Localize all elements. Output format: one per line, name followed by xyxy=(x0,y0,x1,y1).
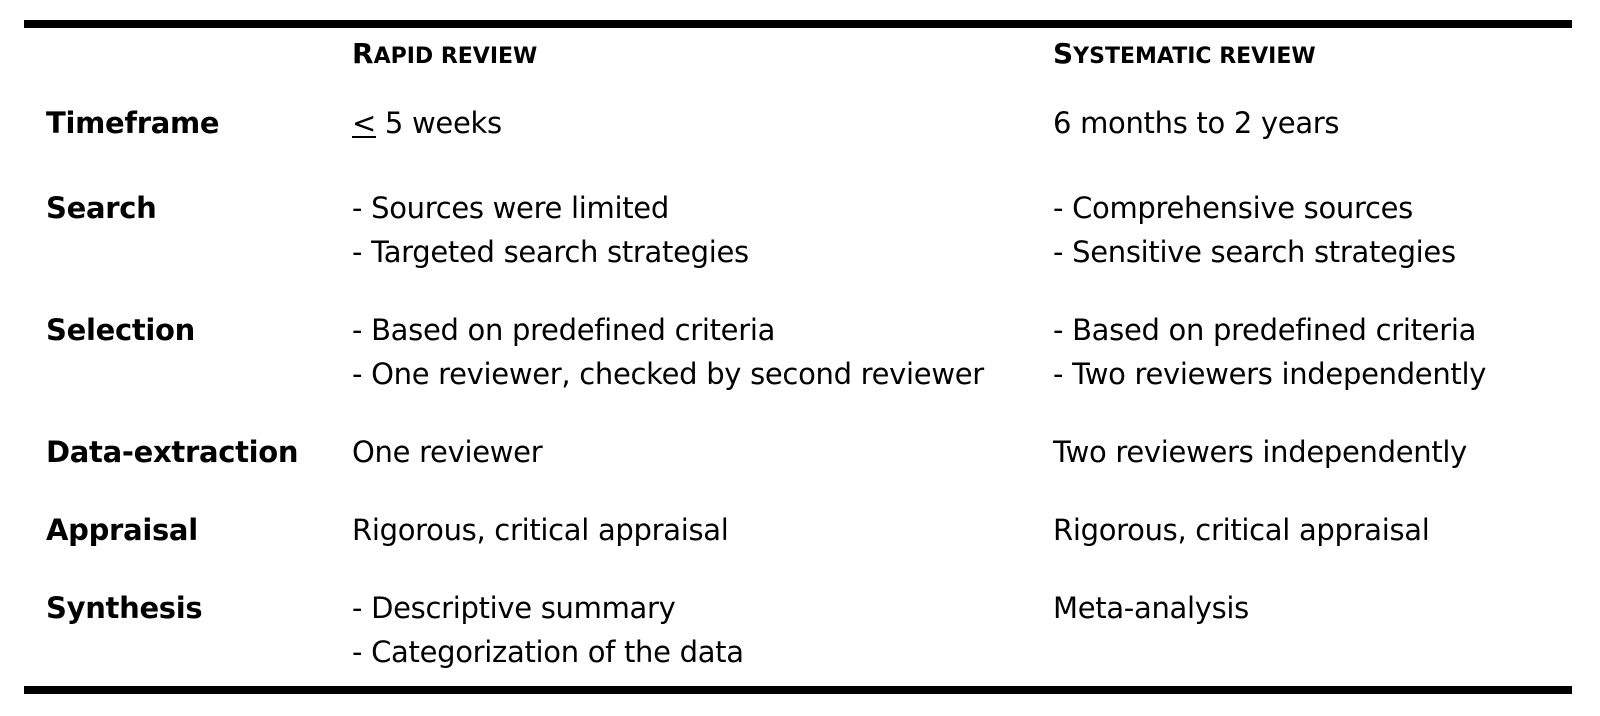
data-extraction-systematic: Two reviewers independently xyxy=(1053,435,1468,469)
header-rapid-review: RAPID REVIEW xyxy=(352,34,537,77)
header-systematic-review: SYSTEMATIC REVIEW xyxy=(1053,34,1316,77)
header-systematic-initial: S xyxy=(1053,37,1074,70)
timeframe-systematic: 6 months to 2 years xyxy=(1053,106,1340,140)
list-item: - Categorization of the data xyxy=(352,635,744,669)
table-bottom-rule xyxy=(24,686,1572,694)
appraisal-rapid: Rigorous, critical appraisal xyxy=(352,513,729,547)
search-systematic: - Comprehensive sources - Sensitive sear… xyxy=(1053,186,1456,274)
selection-systematic: - Based on predefined criteria - Two rev… xyxy=(1053,308,1486,396)
header-rapid-rest: APID REVIEW xyxy=(373,44,538,69)
less-equal-symbol: < xyxy=(352,106,376,140)
table-top-rule xyxy=(24,20,1572,28)
selection-rapid: - Based on predefined criteria - One rev… xyxy=(352,308,984,396)
list-item: - Based on predefined criteria xyxy=(352,313,776,347)
timeframe-rapid: < 5 weeks xyxy=(352,101,502,145)
list-item: - Descriptive summary xyxy=(352,591,676,625)
list-item: - Sensitive search strategies xyxy=(1053,235,1456,269)
list-item: - Based on predefined criteria xyxy=(1053,313,1477,347)
synthesis-rapid: - Descriptive summary - Categorization o… xyxy=(352,586,744,674)
header-rapid-initial: R xyxy=(352,37,374,70)
list-item: - Comprehensive sources xyxy=(1053,191,1413,225)
search-rapid: - Sources were limited - Targeted search… xyxy=(352,186,749,274)
data-extraction-rapid: One reviewer xyxy=(352,435,543,469)
synthesis-systematic: Meta-analysis xyxy=(1053,591,1249,625)
header-systematic-rest: YSTEMATIC REVIEW xyxy=(1073,44,1316,69)
list-item: - Sources were limited xyxy=(352,191,669,225)
row-label-timeframe: Timeframe xyxy=(46,106,220,140)
row-label-selection: Selection xyxy=(46,313,196,347)
row-label-search: Search xyxy=(46,191,157,225)
appraisal-systematic: Rigorous, critical appraisal xyxy=(1053,513,1430,547)
row-label-synthesis: Synthesis xyxy=(46,591,203,625)
list-item: - One reviewer, checked by second review… xyxy=(352,357,984,391)
timeframe-rapid-text: 5 weeks xyxy=(376,106,502,140)
list-item: - Targeted search strategies xyxy=(352,235,749,269)
row-label-appraisal: Appraisal xyxy=(46,513,198,547)
row-label-data-extraction: Data-extraction xyxy=(46,435,299,469)
list-item: - Two reviewers independently xyxy=(1053,357,1487,391)
